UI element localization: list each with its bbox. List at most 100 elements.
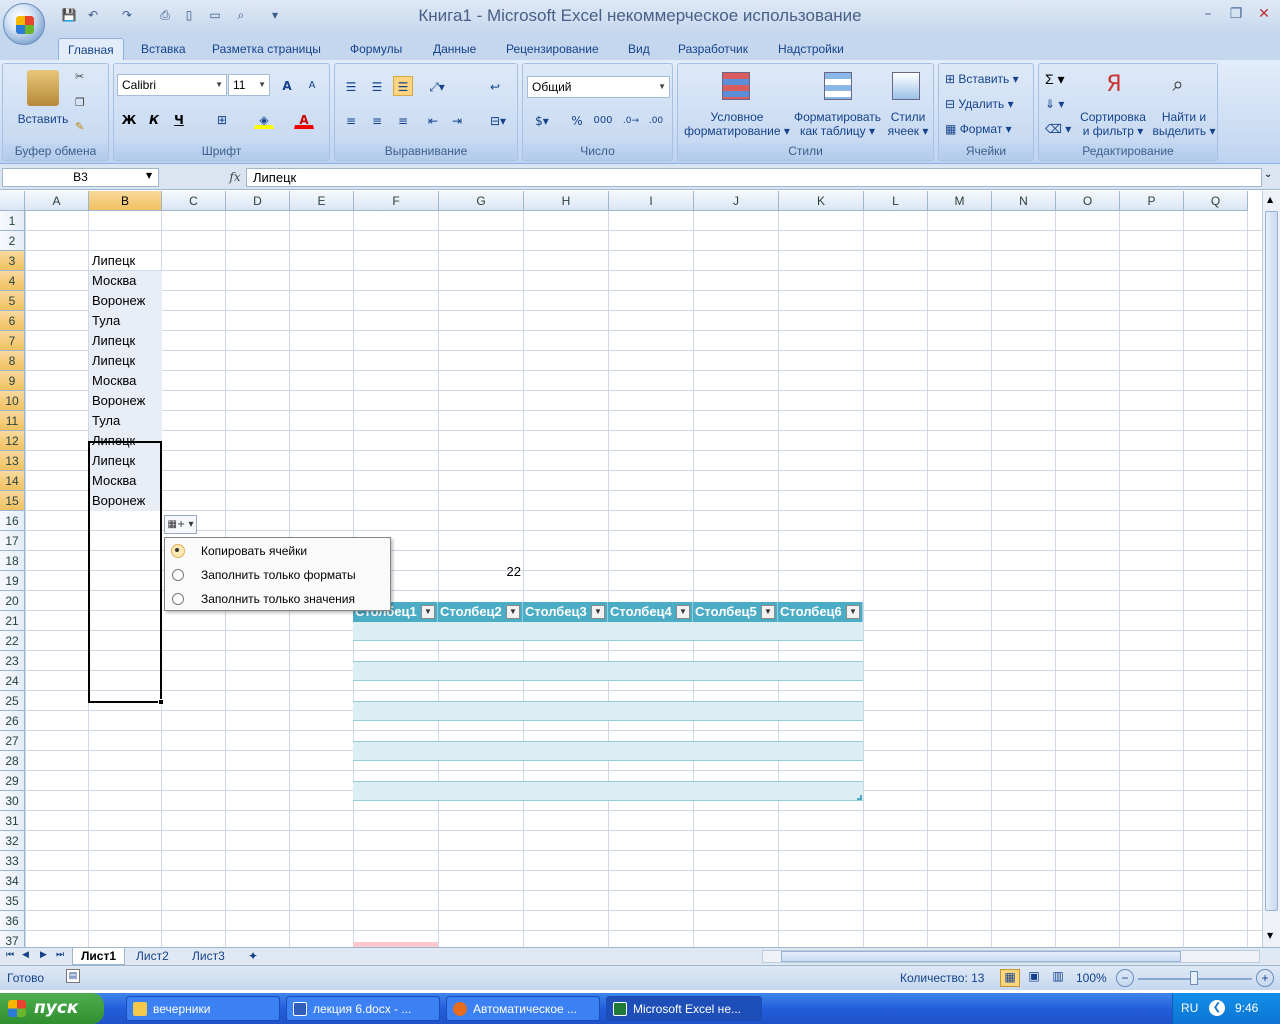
font-size-select[interactable]: 11 ▼ bbox=[228, 74, 270, 96]
row-header-32[interactable]: 32 bbox=[0, 831, 25, 851]
sort-filter-button[interactable]: Сортировка и фильтр ▾ bbox=[1075, 110, 1151, 138]
row-header-22[interactable]: 22 bbox=[0, 631, 25, 651]
column-header-g[interactable]: G bbox=[439, 191, 524, 211]
minimize-button[interactable]: – bbox=[1199, 5, 1217, 23]
tab-review[interactable]: Рецензирование bbox=[497, 38, 608, 60]
table-resize-handle[interactable] bbox=[857, 795, 862, 800]
row-header-19[interactable]: 19 bbox=[0, 571, 25, 591]
column-header-l[interactable]: L bbox=[864, 191, 928, 211]
cell-b13[interactable]: Липецк bbox=[89, 451, 162, 471]
row-header-8[interactable]: 8 bbox=[0, 351, 25, 371]
align-left-icon[interactable]: ≡ bbox=[341, 110, 361, 130]
row-header-2[interactable]: 2 bbox=[0, 231, 25, 251]
binoculars-icon[interactable]: ⌕ bbox=[1163, 72, 1193, 102]
macro-record-icon[interactable]: ▤ bbox=[66, 969, 80, 983]
number-format-select[interactable]: Общий ▼ bbox=[527, 76, 670, 98]
shrink-font-button[interactable]: A bbox=[302, 75, 322, 95]
vertical-scrollbar[interactable]: ▲ ▼ bbox=[1262, 191, 1280, 947]
menu-item-copy-cells[interactable]: Копировать ячейки bbox=[165, 539, 390, 563]
fx-icon[interactable]: fx bbox=[226, 167, 244, 187]
cell-b12[interactable]: Липецк bbox=[89, 431, 162, 451]
cell-b6[interactable]: Тула bbox=[89, 311, 162, 331]
italic-button[interactable]: К bbox=[144, 109, 164, 129]
orientation-icon[interactable]: ⤢▾ bbox=[421, 76, 453, 96]
cell-g9[interactable]: 22 bbox=[438, 562, 523, 582]
row-header-35[interactable]: 35 bbox=[0, 891, 25, 911]
language-indicator[interactable]: RU bbox=[1181, 993, 1198, 1024]
row-header-20[interactable]: 20 bbox=[0, 591, 25, 611]
column-header-q[interactable]: Q bbox=[1184, 191, 1248, 211]
conditional-format-icon[interactable] bbox=[722, 72, 750, 100]
tab-developer[interactable]: Разработчик bbox=[669, 38, 757, 60]
align-top-icon[interactable]: ☰ bbox=[341, 76, 361, 96]
column-header-a[interactable]: A bbox=[25, 191, 89, 211]
row-header-28[interactable]: 28 bbox=[0, 751, 25, 771]
decrease-indent-icon[interactable]: ⇤ bbox=[423, 110, 443, 130]
row-header-9[interactable]: 9 bbox=[0, 371, 25, 391]
scroll-thumb[interactable] bbox=[1265, 211, 1278, 911]
expand-formula-icon[interactable]: ⌄ bbox=[1264, 169, 1272, 180]
row-header-37[interactable]: 37 bbox=[0, 931, 25, 947]
table-header-cell[interactable]: Столбец6 ▼ bbox=[778, 602, 863, 622]
row-header-12[interactable]: 12 bbox=[0, 431, 25, 451]
autosum-button[interactable]: Σ ▾ bbox=[1045, 72, 1065, 86]
row-header-33[interactable]: 33 bbox=[0, 851, 25, 871]
sheet-tab-2[interactable]: Лист2 bbox=[128, 948, 177, 965]
zoom-slider-thumb[interactable] bbox=[1190, 971, 1198, 985]
row-header-36[interactable]: 36 bbox=[0, 911, 25, 931]
horizontal-scrollbar[interactable] bbox=[762, 950, 1260, 963]
autofill-options-button[interactable]: ▦+ ▾ bbox=[164, 515, 197, 534]
tab-formulas[interactable]: Формулы bbox=[341, 38, 411, 60]
sort-filter-icon[interactable]: Я bbox=[1099, 72, 1129, 102]
task-firefox[interactable]: Автоматическое ... bbox=[446, 996, 600, 1021]
cell-b10[interactable]: Воронеж bbox=[89, 391, 162, 411]
row-header-16[interactable]: 16 bbox=[0, 511, 25, 531]
tab-addins[interactable]: Надстройки bbox=[769, 38, 853, 60]
next-sheet-icon[interactable]: ▶ bbox=[40, 950, 47, 960]
align-center-icon[interactable]: ≡ bbox=[367, 110, 387, 130]
row-header-34[interactable]: 34 bbox=[0, 871, 25, 891]
row-header-26[interactable]: 26 bbox=[0, 711, 25, 731]
filter-dropdown-icon[interactable]: ▼ bbox=[421, 605, 435, 619]
column-header-d[interactable]: D bbox=[226, 191, 290, 211]
clear-icon[interactable]: ⌫ ▾ bbox=[1045, 122, 1071, 136]
font-color-icon[interactable]: A bbox=[294, 109, 314, 129]
row-header-7[interactable]: 7 bbox=[0, 331, 25, 351]
row-header-3[interactable]: 3 bbox=[0, 251, 25, 271]
table-header-cell[interactable]: Столбец3 ▼ bbox=[523, 602, 608, 622]
tray-expand-icon[interactable]: ❮ bbox=[1209, 1000, 1225, 1016]
row-header-10[interactable]: 10 bbox=[0, 391, 25, 411]
row-header-11[interactable]: 11 bbox=[0, 411, 25, 431]
office-button[interactable] bbox=[3, 3, 45, 45]
wrap-text-icon[interactable]: ↩ bbox=[485, 76, 505, 96]
new-sheet-icon[interactable]: ✦ bbox=[240, 948, 266, 965]
column-header-c[interactable]: C bbox=[162, 191, 226, 211]
row-header-18[interactable]: 18 bbox=[0, 551, 25, 571]
fill-icon[interactable]: ⇓ ▾ bbox=[1045, 97, 1064, 111]
column-header-h[interactable]: H bbox=[524, 191, 609, 211]
align-bottom-icon[interactable]: ☰ bbox=[393, 76, 413, 96]
menu-item-fill-values[interactable]: Заполнить только значения bbox=[165, 587, 390, 611]
conditional-format-button[interactable]: Условное форматирование ▾ bbox=[678, 110, 796, 138]
filter-dropdown-icon[interactable]: ▼ bbox=[846, 605, 860, 619]
row-header-1[interactable]: 1 bbox=[0, 211, 25, 231]
sheet-tab-3[interactable]: Лист3 bbox=[184, 948, 233, 965]
radio-fill-values[interactable] bbox=[172, 593, 184, 605]
last-sheet-icon[interactable]: ⏭ bbox=[56, 950, 64, 960]
filter-dropdown-icon[interactable]: ▼ bbox=[591, 605, 605, 619]
column-header-m[interactable]: M bbox=[928, 191, 992, 211]
cell-b15[interactable]: Воронеж bbox=[89, 491, 162, 511]
cell-b5[interactable]: Воронеж bbox=[89, 291, 162, 311]
cell-b9[interactable]: Москва bbox=[89, 371, 162, 391]
radio-copy-cells[interactable] bbox=[171, 544, 185, 558]
increase-decimal-icon[interactable]: .0→ bbox=[621, 110, 641, 130]
first-sheet-icon[interactable]: ⏮ bbox=[6, 950, 14, 960]
column-header-k[interactable]: K bbox=[779, 191, 864, 211]
percent-button[interactable]: % bbox=[567, 110, 587, 130]
fill-color-icon[interactable]: ◈ bbox=[254, 109, 274, 129]
row-header-31[interactable]: 31 bbox=[0, 811, 25, 831]
scroll-down-icon[interactable]: ▼ bbox=[1267, 931, 1273, 940]
menu-item-fill-formats[interactable]: Заполнить только форматы bbox=[165, 563, 390, 587]
underline-button[interactable]: Ч bbox=[169, 109, 189, 129]
scroll-up-icon[interactable]: ▲ bbox=[1267, 195, 1273, 204]
